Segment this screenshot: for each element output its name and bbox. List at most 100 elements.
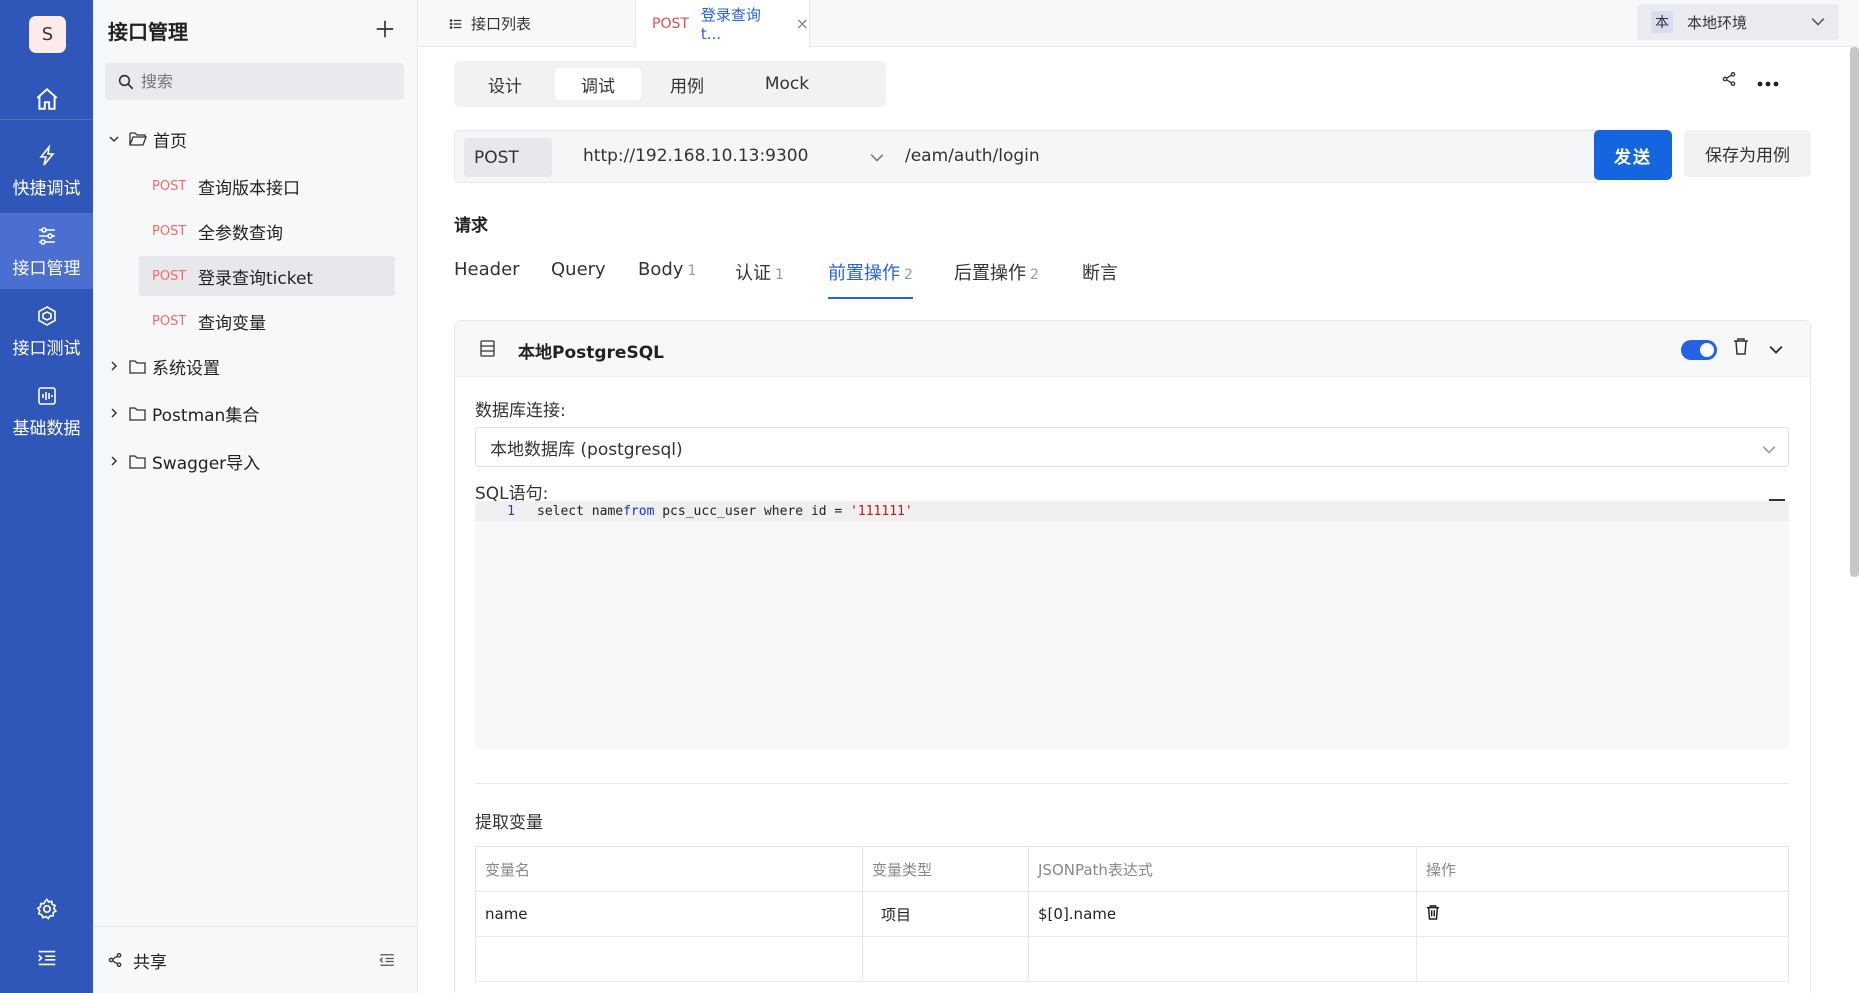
search-box[interactable] — [105, 63, 404, 100]
list-icon — [449, 18, 462, 29]
variable-name-cell[interactable] — [475, 936, 863, 982]
share-icon[interactable] — [1721, 71, 1737, 91]
save-as-case-button[interactable]: 保存为用例 — [1684, 130, 1811, 177]
db-connection-value: 本地数据库 (postgresql) — [490, 439, 683, 460]
tab-header[interactable]: Header — [454, 259, 520, 299]
avatar[interactable]: S — [29, 16, 66, 53]
chevron-down-icon[interactable] — [103, 133, 125, 145]
panel-title: 接口管理 — [108, 20, 188, 44]
jsonpath-cell[interactable]: $[0].name — [1028, 891, 1417, 937]
rail-item-api-test[interactable]: 接口测试 — [0, 293, 93, 369]
left-rail: S 快捷调试 接口管理 接口测试 基础数据 — [0, 0, 93, 993]
share-icon — [108, 953, 122, 967]
tree-node-label: Postman集合 — [152, 405, 260, 426]
variable-type-cell[interactable]: 项目 — [862, 891, 1029, 937]
tree-node-label: 首页 — [153, 131, 187, 152]
chevron-right-icon[interactable] — [103, 455, 125, 467]
trash-icon[interactable] — [1426, 905, 1440, 924]
rail-item-quick-debug[interactable]: 快捷调试 — [0, 133, 93, 209]
mode-mock[interactable]: Mock — [744, 68, 830, 100]
db-connection-select[interactable]: 本地数据库 (postgresql) — [475, 427, 1789, 467]
sql-editor[interactable]: 1 select name from pcs_ucc_user where id… — [475, 501, 1789, 749]
tree-node-label: 系统设置 — [152, 358, 220, 379]
plus-icon — [376, 20, 394, 38]
environment-select[interactable]: 本 本地环境 — [1637, 4, 1839, 40]
settings-button[interactable] — [0, 889, 93, 929]
folder-icon — [129, 406, 146, 421]
method-badge: POST — [152, 268, 187, 284]
path-input[interactable]: /eam/auth/login — [905, 146, 1040, 166]
rail-item-api-management[interactable]: 接口管理 — [0, 213, 93, 289]
mode-design[interactable]: 设计 — [462, 68, 548, 100]
tree-node-folder[interactable]: 系统设置 — [93, 346, 418, 386]
collapse-panel-icon[interactable] — [378, 951, 396, 974]
gear-icon — [36, 898, 57, 920]
home-button[interactable] — [0, 78, 93, 120]
mode-case[interactable]: 用例 — [644, 68, 730, 100]
chevron-down-icon — [1811, 14, 1825, 32]
mode-debug[interactable]: 调试 — [555, 68, 641, 100]
column-header: 变量名 — [475, 846, 863, 892]
minimize-icon[interactable] — [1769, 499, 1785, 501]
pre-operation-card: 本地PostgreSQL 数据库连接: 本地数据库 (postgresql) S… — [454, 320, 1811, 993]
rail-item-base-data[interactable]: 基础数据 — [0, 373, 93, 449]
tree-leaf[interactable]: POST 查询版本接口 — [139, 166, 395, 206]
tab-api-list[interactable]: 接口列表 — [438, 0, 636, 47]
folder-icon — [129, 454, 146, 469]
tab-auth[interactable]: 认证 1 — [735, 259, 784, 299]
extract-variables-table: 变量名 变量类型 JSONPath表达式 操作 name 项目 $[0].nam… — [475, 846, 1789, 982]
document-tabs: 接口列表 POST 登录查询t... × 本 本地环境 — [418, 0, 1859, 47]
tab-query[interactable]: Query — [551, 259, 606, 299]
chevron-down-icon — [1762, 441, 1776, 461]
folder-icon — [129, 359, 146, 374]
chevron-right-icon[interactable] — [103, 407, 125, 419]
send-button[interactable]: 发送 — [1594, 130, 1672, 180]
trash-icon[interactable] — [1733, 337, 1749, 359]
scrollbar[interactable] — [1850, 47, 1859, 577]
tree-leaf-active[interactable]: POST 登录查询ticket — [139, 256, 395, 296]
variable-type-cell[interactable] — [862, 936, 1029, 982]
tab-label: 登录查询t... — [700, 6, 761, 43]
tree-node-folder[interactable]: Postman集合 — [93, 393, 418, 433]
url-bar: POST http://192.168.10.13:9300 /eam/auth… — [454, 130, 1600, 183]
tab-body[interactable]: Body 1 — [638, 259, 696, 299]
method-select[interactable]: POST — [464, 138, 552, 177]
jsonpath-cell[interactable] — [1028, 936, 1417, 982]
divider — [475, 783, 1789, 784]
tree-footer: 共享 — [93, 926, 418, 993]
lightning-icon — [38, 143, 55, 166]
method-badge: POST — [652, 15, 689, 32]
tab-login-ticket[interactable]: POST 登录查询t... × — [636, 0, 810, 47]
chevron-down-icon[interactable] — [870, 149, 884, 168]
more-icon[interactable] — [1757, 72, 1779, 91]
expand-menu-button[interactable] — [0, 938, 93, 978]
rail-item-label: 接口测试 — [12, 338, 81, 359]
line-number: 1 — [507, 503, 515, 519]
search-input[interactable] — [141, 72, 391, 91]
host-select[interactable]: http://192.168.10.13:9300 — [583, 146, 808, 166]
chevron-right-icon[interactable] — [103, 360, 125, 372]
mode-switch: 设计 调试 用例 Mock — [454, 61, 886, 107]
tab-assertions[interactable]: 断言 — [1082, 259, 1118, 299]
share-button[interactable]: 共享 — [107, 948, 167, 973]
tree-leaf[interactable]: POST 查询变量 — [139, 301, 395, 341]
tree-leaf[interactable]: POST 全参数查询 — [139, 211, 395, 251]
add-button[interactable] — [370, 14, 400, 44]
tree-leaf-label: 查询版本接口 — [198, 178, 300, 199]
tab-post-operations[interactable]: 后置操作 2 — [954, 259, 1039, 299]
table-row: name 项目 $[0].name — [475, 891, 1789, 937]
sliders-icon — [38, 226, 55, 245]
close-tab-icon[interactable]: × — [796, 14, 809, 33]
indent-icon — [37, 950, 55, 966]
enable-toggle[interactable] — [1681, 340, 1717, 360]
tree-node-home[interactable]: 首页 — [93, 119, 418, 159]
column-header: JSONPath表达式 — [1028, 846, 1417, 892]
api-tree-panel: 接口管理 首页 POST 查询版本接口 POST 全参数查询 POST 登录查询… — [93, 0, 418, 993]
main-content: 设计 调试 用例 Mock POST http://192.168.10.13:… — [418, 47, 1859, 993]
variable-name-cell[interactable]: name — [475, 891, 863, 937]
tree-node-folder[interactable]: Swagger导入 — [93, 441, 418, 481]
chevron-down-icon[interactable] — [1769, 341, 1783, 360]
tab-pre-operations[interactable]: 前置操作 2 — [828, 259, 913, 299]
card-title: 本地PostgreSQL — [518, 343, 664, 363]
extract-variables-title: 提取变量 — [475, 813, 543, 833]
